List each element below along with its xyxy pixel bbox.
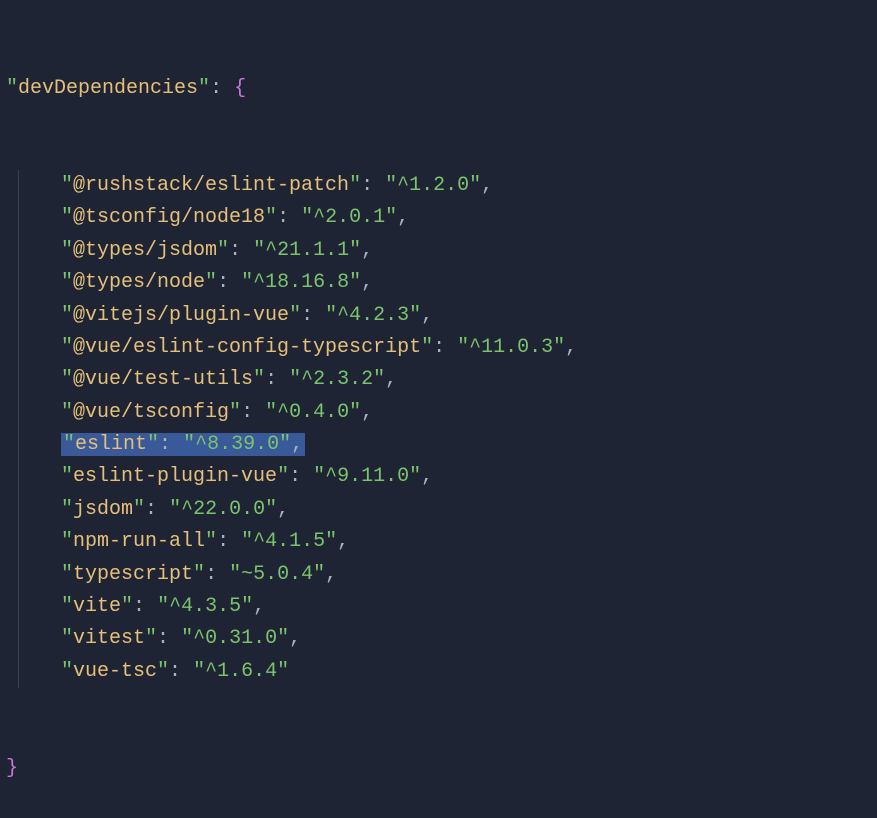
- dependency-name: eslint-plugin-vue: [73, 465, 277, 488]
- dependency-line: "@types/node": "^18.16.8",: [18, 267, 873, 299]
- dependency-version: ^21.1.1: [265, 239, 349, 262]
- dependency-name: @vue/tsconfig: [73, 401, 229, 424]
- dependency-name: vite: [73, 595, 121, 618]
- dependency-name: @tsconfig/node18: [73, 206, 265, 229]
- dependency-name: jsdom: [73, 498, 133, 521]
- section-open-line: "devDependencies": {: [4, 73, 873, 105]
- dependency-name: vitest: [73, 627, 145, 650]
- dependency-version: ^1.2.0: [397, 174, 469, 197]
- dependency-line: "eslint-plugin-vue": "^9.11.0",: [18, 461, 873, 493]
- dependency-name: @vitejs/plugin-vue: [73, 304, 289, 327]
- dependency-line: "jsdom": "^22.0.0",: [18, 494, 873, 526]
- dependency-version: ^22.0.0: [181, 498, 265, 521]
- dependency-name: eslint: [75, 433, 147, 456]
- dependency-version: ^4.1.5: [253, 530, 325, 553]
- dependency-name: @types/jsdom: [73, 239, 217, 262]
- json-code-block: "devDependencies": { "@rushstack/eslint-…: [4, 8, 873, 818]
- dependency-name: npm-run-all: [73, 530, 205, 553]
- dependency-line: "@rushstack/eslint-patch": "^1.2.0",: [18, 170, 873, 202]
- dependency-line: "@tsconfig/node18": "^2.0.1",: [18, 202, 873, 234]
- dependency-version: ^1.6.4: [205, 660, 277, 683]
- dependency-version: ~5.0.4: [241, 563, 313, 586]
- dependency-version: ^9.11.0: [325, 465, 409, 488]
- dependency-version: ^2.3.2: [301, 368, 373, 391]
- section-close-line: }: [4, 753, 873, 785]
- dependency-line: "eslint": "^8.39.0",: [18, 429, 873, 461]
- dependency-line: "@vue/tsconfig": "^0.4.0",: [18, 397, 873, 429]
- dependency-version: ^18.16.8: [253, 271, 349, 294]
- dependency-name: typescript: [73, 563, 193, 586]
- dependency-line: "vite": "^4.3.5",: [18, 591, 873, 623]
- dependency-line: "npm-run-all": "^4.1.5",: [18, 526, 873, 558]
- dependency-line: "@vitejs/plugin-vue": "^4.2.3",: [18, 300, 873, 332]
- dependency-version: ^4.3.5: [169, 595, 241, 618]
- dependency-name: @rushstack/eslint-patch: [73, 174, 349, 197]
- dependency-name: @vue/test-utils: [73, 368, 253, 391]
- section-key: devDependencies: [18, 77, 198, 100]
- dependency-line: "vue-tsc": "^1.6.4": [18, 656, 873, 688]
- dependency-version: ^2.0.1: [313, 206, 385, 229]
- dependency-name: vue-tsc: [73, 660, 157, 683]
- highlighted-dependency: "eslint": "^8.39.0",: [61, 433, 305, 456]
- dependency-line: "vitest": "^0.31.0",: [18, 623, 873, 655]
- dependency-version: ^8.39.0: [195, 433, 279, 456]
- dependency-line: "@vue/test-utils": "^2.3.2",: [18, 364, 873, 396]
- dependency-line: "typescript": "~5.0.4",: [18, 559, 873, 591]
- dependency-version: ^4.2.3: [337, 304, 409, 327]
- dependency-line: "@types/jsdom": "^21.1.1",: [18, 235, 873, 267]
- dependency-name: @types/node: [73, 271, 205, 294]
- dependency-version: ^11.0.3: [469, 336, 553, 359]
- dependency-version: ^0.4.0: [277, 401, 349, 424]
- dependency-line: "@vue/eslint-config-typescript": "^11.0.…: [18, 332, 873, 364]
- dependency-version: ^0.31.0: [193, 627, 277, 650]
- dependency-name: @vue/eslint-config-typescript: [73, 336, 421, 359]
- dependencies-container: "@rushstack/eslint-patch": "^1.2.0","@ts…: [4, 170, 873, 688]
